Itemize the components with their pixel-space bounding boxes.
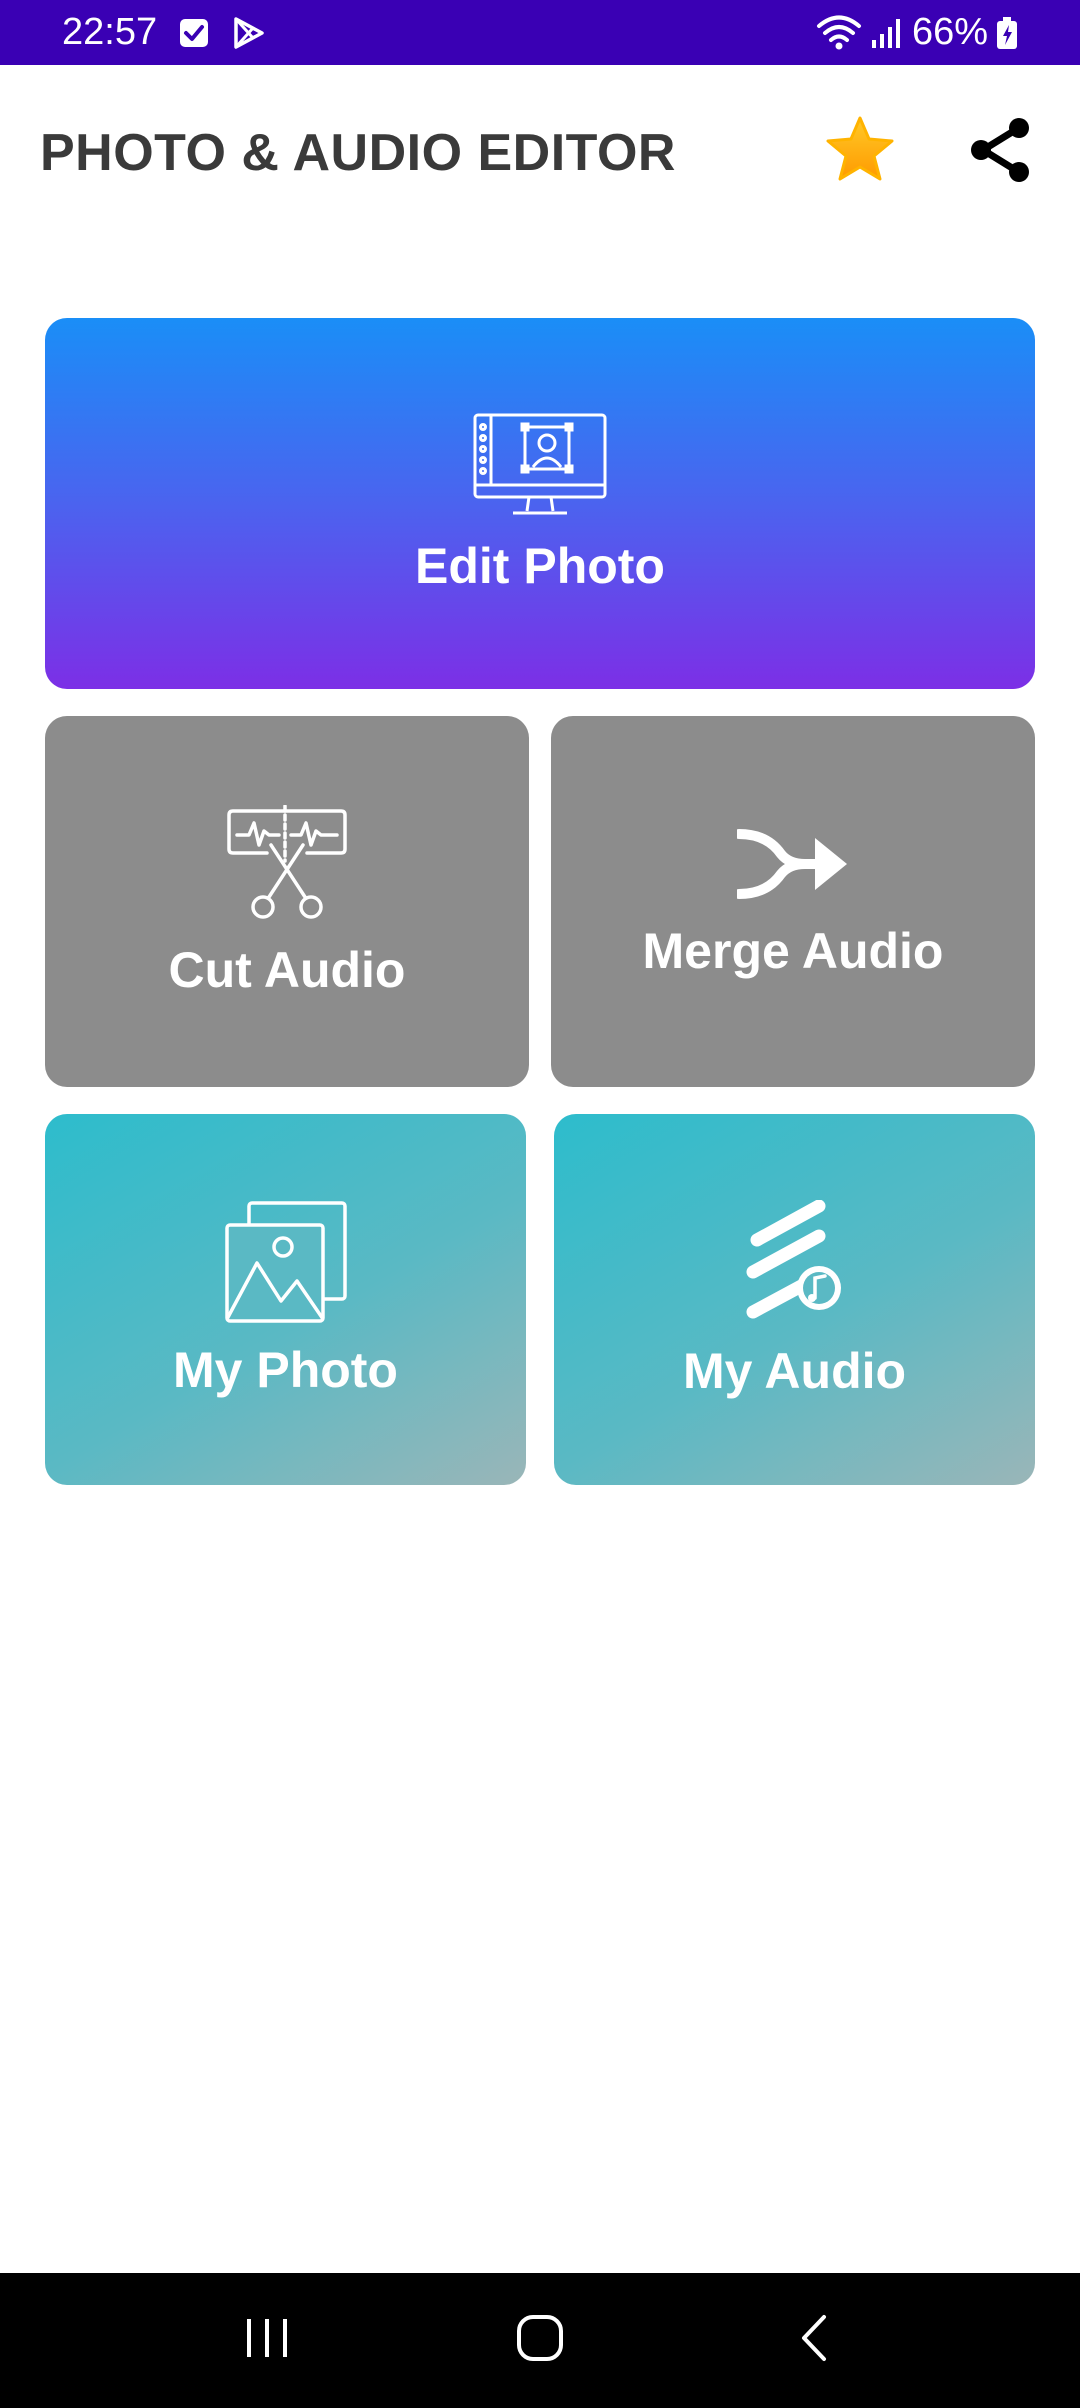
monitor-portrait-icon [473,413,607,519]
rate-button[interactable] [820,113,900,193]
home-button[interactable] [480,2291,600,2391]
app-actions [820,113,1040,193]
checkbox-notification-icon [179,18,209,48]
play-store-icon [231,16,265,50]
edit-photo-button[interactable]: Edit Photo [45,318,1035,689]
signal-icon [870,16,904,50]
share-icon [965,115,1035,190]
cut-audio-label: Cut Audio [168,941,406,998]
my-photo-label: My Photo [173,1341,398,1398]
my-audio-button[interactable]: My Audio [554,1114,1035,1485]
photo-gallery-icon [224,1200,347,1323]
home-icon [515,2313,565,2368]
merge-arrow-icon [737,824,849,904]
cut-audio-button[interactable]: Cut Audio [45,716,529,1087]
status-left: 22:57 [62,11,265,54]
recents-icon [243,2316,291,2365]
app-bar: PHOTO & AUDIO EDITOR [0,65,1080,240]
battery-icon [996,16,1018,50]
back-icon [796,2313,830,2368]
recents-button[interactable] [207,2291,327,2391]
wifi-icon [816,15,862,51]
merge-audio-button[interactable]: Merge Audio [551,716,1035,1087]
navigation-bar [0,2273,1080,2408]
my-photo-button[interactable]: My Photo [45,1114,526,1485]
my-audio-label: My Audio [682,1342,907,1399]
star-icon [824,115,896,190]
app-title: PHOTO & AUDIO EDITOR [40,123,676,182]
share-button[interactable] [960,113,1040,193]
status-right: 66% [816,11,1018,54]
music-file-icon [745,1199,845,1324]
edit-photo-label: Edit Photo [415,537,665,594]
status-bar: 22:57 66% [0,0,1080,65]
battery-percent: 66% [911,11,988,53]
waveform-scissors-icon [227,804,347,923]
merge-audio-label: Merge Audio [642,922,944,979]
status-time: 22:57 [62,11,158,53]
back-button[interactable] [753,2291,873,2391]
